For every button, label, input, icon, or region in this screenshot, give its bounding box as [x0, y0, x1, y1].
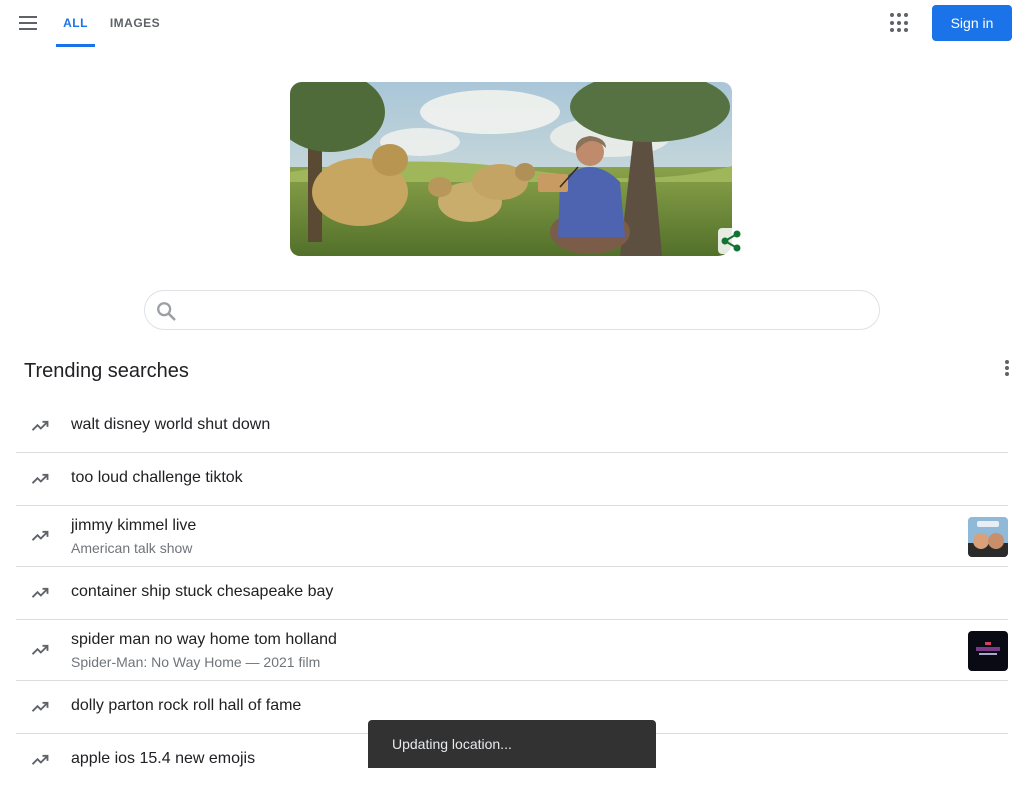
trending-item[interactable]: container ship stuck chesapeake bay	[16, 567, 1008, 620]
doodle-illustration	[290, 82, 732, 256]
trending-item[interactable]: spider man no way home tom holland Spide…	[16, 620, 1008, 681]
hamburger-menu-icon[interactable]	[16, 11, 40, 35]
trending-query: spider man no way home tom holland	[71, 631, 337, 648]
trending-up-icon	[30, 526, 50, 546]
trending-item[interactable]: too loud challenge tiktok	[16, 453, 1008, 506]
thumbnail-graphic	[968, 517, 1008, 557]
apps-dot	[897, 13, 901, 17]
trending-up-graphic	[31, 530, 49, 541]
more-dot	[1005, 360, 1009, 364]
apps-dot	[897, 28, 901, 33]
trending-up-graphic	[31, 701, 49, 712]
trending-up-icon	[30, 750, 50, 770]
trending-up-icon	[30, 697, 50, 717]
menu-line	[19, 28, 37, 30]
trending-subtitle: Spider-Man: No Way Home — 2021 film	[71, 654, 321, 670]
sign-in-button[interactable]: Sign in	[932, 5, 1012, 41]
tab-all[interactable]: ALL	[56, 0, 95, 47]
trending-up-graphic	[31, 473, 49, 484]
apps-dot	[904, 28, 908, 33]
top-bar: ALL IMAGES Sign in	[0, 0, 1024, 48]
trending-query: walt disney world shut down	[71, 416, 271, 433]
trending-thumbnail-image	[968, 517, 1008, 557]
trending-query: dolly parton rock roll hall of fame	[71, 697, 302, 714]
trending-item[interactable]: walt disney world shut down	[16, 400, 1008, 453]
trending-up-icon	[30, 640, 50, 660]
trending-thumbnail-image	[968, 631, 1008, 671]
apps-grid-icon[interactable]	[890, 13, 910, 33]
trending-up-graphic	[31, 587, 49, 598]
search-icon-graphic	[157, 302, 176, 321]
trending-searches-heading: Trending searches	[24, 360, 189, 382]
trending-up-graphic	[31, 644, 49, 655]
trending-up-icon	[30, 416, 50, 436]
apps-dot	[904, 13, 908, 17]
trending-up-graphic	[31, 754, 49, 765]
google-doodle-image[interactable]	[290, 82, 732, 256]
trending-query: apple ios 15.4 new emojis	[71, 750, 256, 767]
location-toast: Updating location...	[368, 720, 656, 768]
trending-up-icon	[30, 469, 50, 489]
trending-subtitle: American talk show	[71, 540, 193, 556]
more-dot	[1005, 366, 1009, 370]
thumbnail-graphic	[968, 631, 1008, 671]
apps-dot	[890, 28, 894, 33]
tab-images[interactable]: IMAGES	[105, 0, 165, 47]
search-icon[interactable]	[155, 300, 177, 322]
apps-dot	[897, 20, 901, 25]
apps-dot	[890, 20, 894, 25]
share-icon[interactable]	[718, 228, 744, 254]
search-input[interactable]	[187, 297, 867, 323]
more-dot	[1005, 372, 1009, 376]
trending-query: container ship stuck chesapeake bay	[71, 583, 334, 600]
trending-up-graphic	[31, 420, 49, 431]
more-vert-icon[interactable]	[1004, 360, 1010, 376]
menu-line	[19, 22, 37, 24]
trending-item[interactable]: jimmy kimmel live American talk show	[16, 506, 1008, 567]
trending-query: jimmy kimmel live	[71, 517, 197, 534]
trending-query: too loud challenge tiktok	[71, 469, 243, 486]
apps-dot	[904, 20, 908, 25]
share-icon-graphic	[718, 228, 744, 254]
apps-dot	[890, 13, 894, 17]
search-box[interactable]	[144, 290, 880, 330]
menu-line	[19, 16, 37, 18]
trending-up-icon	[30, 583, 50, 603]
